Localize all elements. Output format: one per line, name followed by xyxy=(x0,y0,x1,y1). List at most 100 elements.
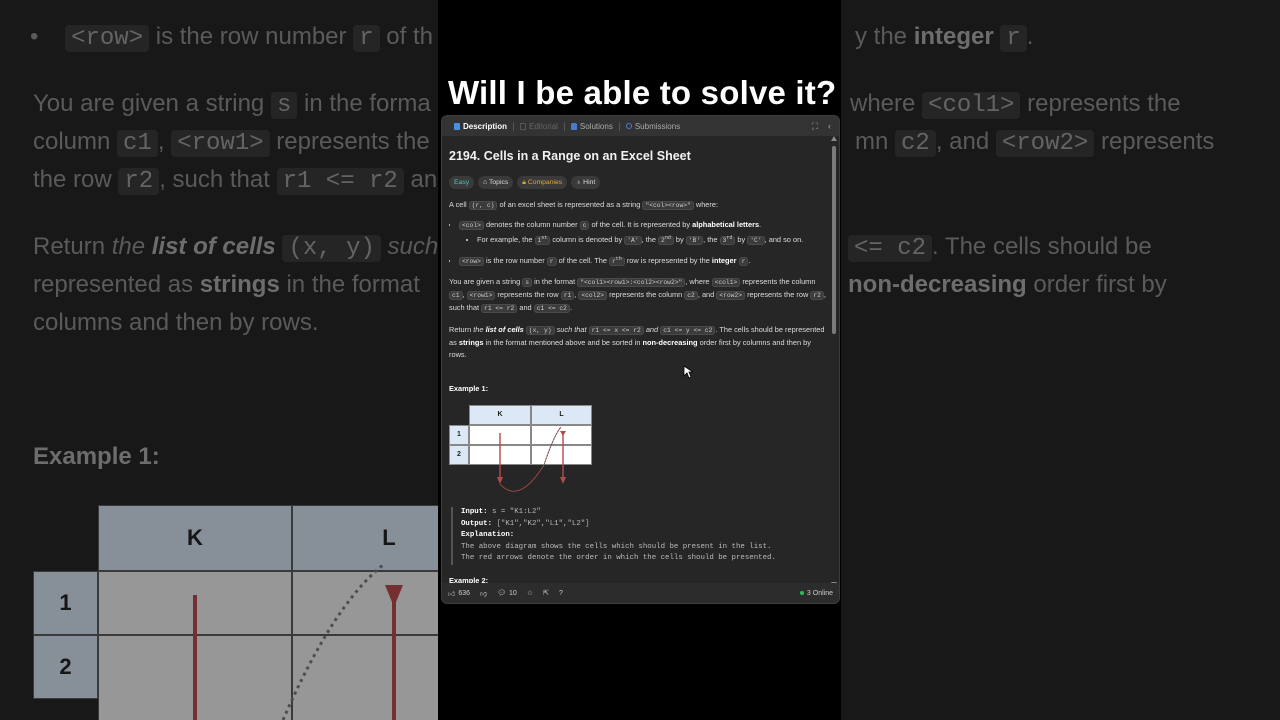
hint-button[interactable]: ♁ Hint xyxy=(571,176,601,189)
tab-bar: Description Editorial Solutions Submissi… xyxy=(442,116,839,136)
comments-button[interactable]: 💬︎ 10 xyxy=(497,589,517,598)
text: , the xyxy=(641,235,659,244)
explanation-text: The red arrows denote the order in which… xyxy=(461,554,776,562)
problem-panel: Description Editorial Solutions Submissi… xyxy=(441,115,840,604)
ordinal-suffix: nd xyxy=(664,234,671,241)
text: , and xyxy=(697,290,717,299)
expand-icon[interactable]: ⛶ xyxy=(812,121,818,132)
list-item-row: <row> is the row number r of the cell. T… xyxy=(459,255,829,268)
text: . xyxy=(569,303,573,312)
text: , the xyxy=(703,235,720,244)
text: in the format mentioned above and be sor… xyxy=(483,338,643,347)
tab-solutions[interactable]: Solutions xyxy=(565,122,619,131)
ordinal-suffix: th xyxy=(615,255,622,262)
favorite-button[interactable]: ☆ xyxy=(527,589,533,597)
inline-code: <row> xyxy=(459,257,484,266)
paragraph-intro: A cell (r, c) of an excel sheet is repre… xyxy=(449,199,829,212)
output-line: Output: ["K1","K2","L1","L2"] xyxy=(461,519,829,531)
inline-code: <col> xyxy=(459,221,484,230)
thumbs-up-icon: 👍︎ xyxy=(448,590,456,598)
inline-code: c1 <= c2 xyxy=(533,304,570,313)
help-button[interactable]: ? xyxy=(559,590,563,597)
list-item-col: <col> denotes the column number c of the… xyxy=(459,219,829,232)
tab-submissions[interactable]: Submissions xyxy=(620,122,686,131)
explanation-text: The above diagram shows the cells which … xyxy=(461,542,772,551)
online-dot-icon xyxy=(799,591,804,595)
paragraph-return: Return the list of cells (x, y) such tha… xyxy=(449,324,829,361)
text: You are given a string xyxy=(449,277,523,286)
inline-code: 'A' xyxy=(624,236,642,245)
share-icon: ⇱ xyxy=(543,590,549,597)
comment-count: 10 xyxy=(509,589,517,597)
inline-code: r xyxy=(546,257,557,266)
flask-icon xyxy=(570,122,577,130)
dislike-button[interactable]: 👎︎ xyxy=(480,589,487,598)
text: , where xyxy=(685,277,712,286)
output-label: Output: xyxy=(461,519,493,528)
bold-text: strings xyxy=(458,338,484,347)
like-count: 636 xyxy=(458,589,471,597)
inline-code: r1 <= x <= r2 xyxy=(588,326,644,335)
problem-title: 2194. Cells in a Range on an Excel Sheet xyxy=(449,149,691,163)
text: represents the column xyxy=(607,290,685,299)
paragraph-given: You are given a string s in the format "… xyxy=(449,276,829,315)
scrollbar-thumb[interactable] xyxy=(832,146,836,334)
explanation-label: Explanation: xyxy=(461,531,515,539)
bold-italic-text: list of cells xyxy=(485,325,524,334)
tab-description[interactable]: Description xyxy=(448,122,513,131)
text: Return xyxy=(449,325,474,334)
inline-code: c1 <= y <= c2 xyxy=(660,326,716,335)
list-item-example: For example, the 1st column is denoted b… xyxy=(477,234,829,247)
inline-code: c2 xyxy=(684,291,698,300)
inline-code: <row2> xyxy=(716,291,746,300)
text: A cell xyxy=(449,200,469,209)
text: represents the row xyxy=(495,290,561,299)
video-title: Will I be able to solve it? xyxy=(448,74,837,111)
bold-text: integer xyxy=(711,256,737,265)
scrollbar[interactable] xyxy=(831,136,837,587)
online-count: 3 Online xyxy=(806,589,833,597)
panel-controls: ⛶ ‹ xyxy=(812,121,839,132)
inline-code: r1 <= r2 xyxy=(481,304,518,313)
bold-text: alphabetical letters xyxy=(692,220,760,229)
ordinal-suffix: st xyxy=(541,234,548,241)
inline-code: 'C' xyxy=(747,236,765,245)
like-button[interactable]: 👍︎ 636 xyxy=(448,589,470,598)
example-1-title: Example 1: xyxy=(449,384,489,393)
text: . xyxy=(759,220,762,229)
topics-button[interactable]: ⌂ Topics xyxy=(478,176,514,189)
text: . xyxy=(748,256,751,265)
chevron-left-icon[interactable]: ‹ xyxy=(828,121,831,132)
text: by xyxy=(735,235,748,244)
lightbulb-icon: ♁ xyxy=(576,179,582,186)
inline-code: s xyxy=(522,278,533,287)
inline-code: c1 xyxy=(449,291,463,300)
companies-button[interactable]: 🔒︎ Companies xyxy=(517,176,568,189)
companies-label: Companies xyxy=(527,179,563,186)
mouse-cursor-icon xyxy=(683,365,693,379)
text: column is denoted by xyxy=(550,235,625,244)
inline-code: 'B' xyxy=(685,236,704,245)
tab-editorial[interactable]: Editorial xyxy=(514,122,564,131)
order-arrows xyxy=(497,426,566,492)
scroll-up-arrow[interactable] xyxy=(831,136,837,141)
text: For example, the xyxy=(477,235,535,244)
inline-code: <col2> xyxy=(578,291,608,300)
inline-code: <col1> xyxy=(711,278,741,287)
online-indicator: 3 Online xyxy=(799,589,833,597)
example-diagram: K L 1 2 xyxy=(449,405,609,492)
topics-label: Topics xyxy=(489,179,509,186)
star-icon: ☆ xyxy=(526,590,534,597)
example-1-io: Input: s = "K1:L2" Output: ["K1","K2","L… xyxy=(451,507,829,565)
thumbs-down-icon: 👎︎ xyxy=(480,590,488,598)
tab-label: Submissions xyxy=(634,121,681,131)
text: represents the column xyxy=(740,277,816,286)
text: of the cell. The xyxy=(556,256,609,265)
share-button[interactable]: ⇱ xyxy=(543,589,549,597)
output-value: ["K1","K2","L1","L2"] xyxy=(492,519,590,528)
text: , and so on. xyxy=(764,235,804,244)
inline-code: r xyxy=(738,257,749,266)
text: row is represented by the xyxy=(624,256,712,265)
inline-code: <row1> xyxy=(466,291,496,300)
text: where: xyxy=(693,200,719,209)
